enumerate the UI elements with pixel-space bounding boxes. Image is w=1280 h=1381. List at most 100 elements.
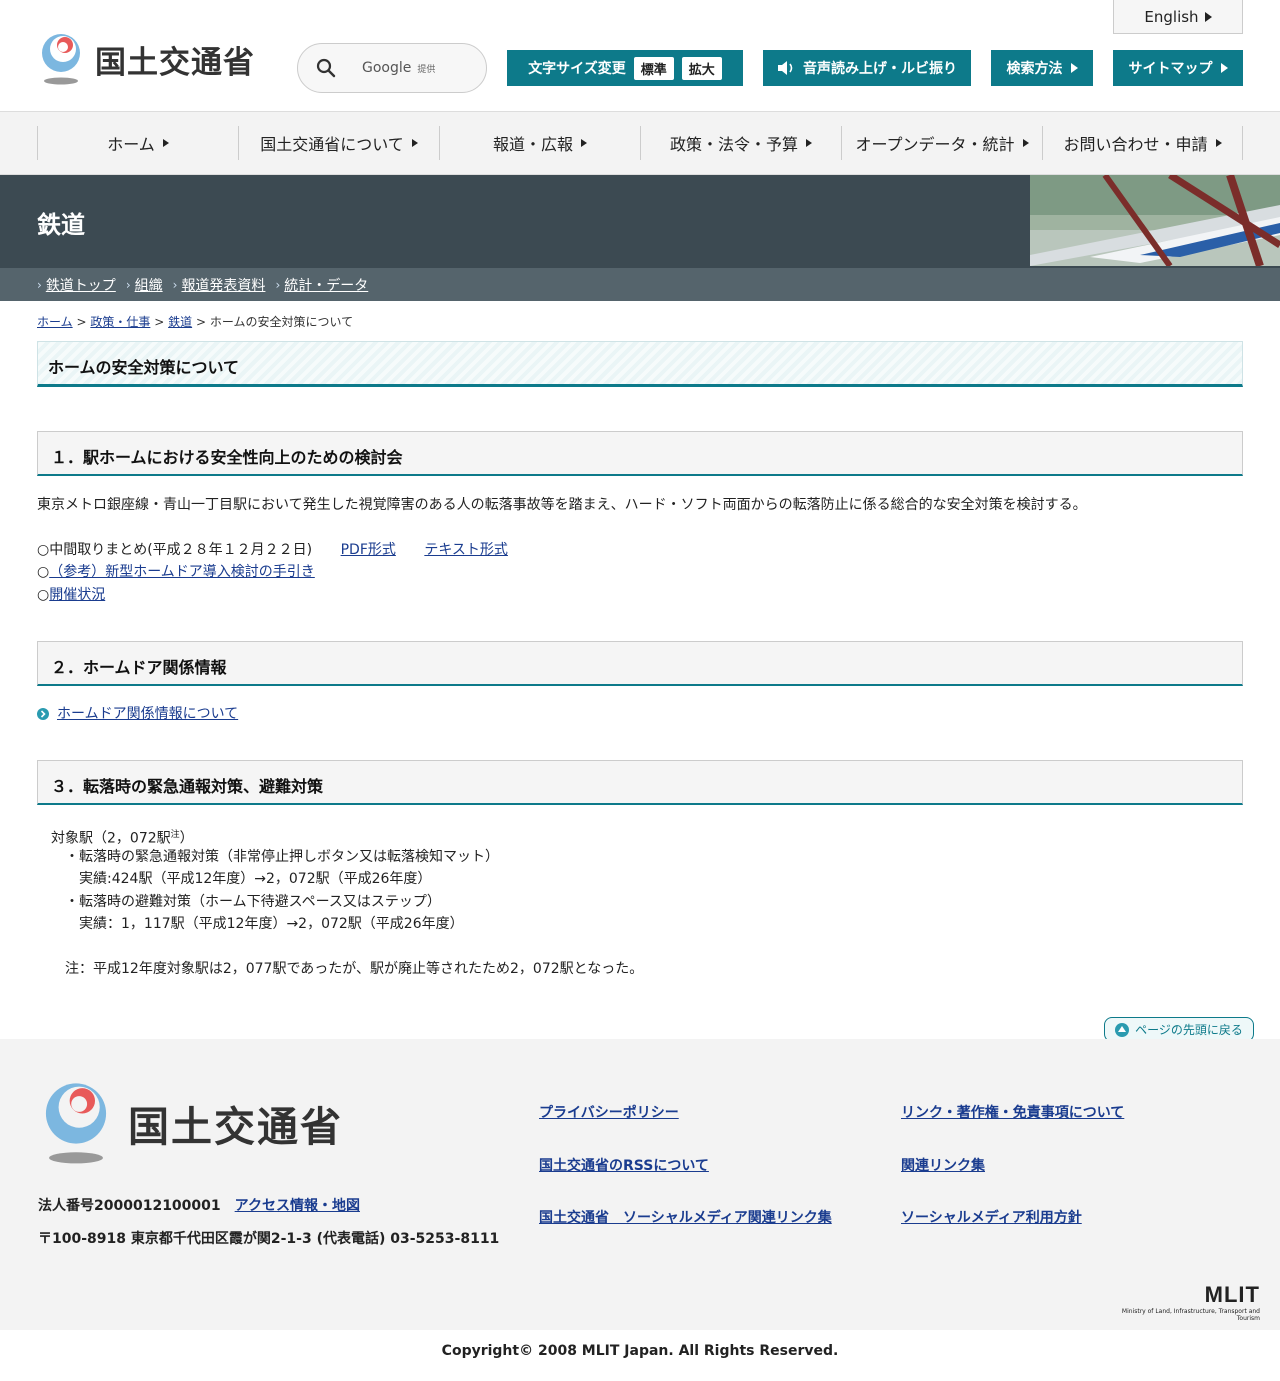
emergency-result: 実績:424駅（平成12年度）→2，072駅（平成26年度） (79, 871, 432, 887)
nav-item-press[interactable]: 報道・広報 (439, 126, 640, 160)
mlit-wordmark: MLIT Ministry of Land, Infrastructure, T… (1100, 1282, 1260, 1322)
bullet: ○ (37, 587, 50, 603)
footnote: 注：平成12年度対象駅は2，077駅であったが、駅が廃止等されたため2，072駅… (65, 961, 644, 977)
home-door-info-link[interactable]: ホームドア関係情報について (57, 703, 238, 725)
back-to-top-label: ページの先頭に戻る (1135, 1023, 1243, 1037)
mlit-logo-icon (42, 34, 80, 85)
subnav-item-top: › 鉄道トップ (37, 275, 116, 295)
arrow-right-icon (806, 139, 812, 147)
interim-text-link[interactable]: テキスト形式 (424, 542, 508, 558)
search-provider-note: 提供 (417, 65, 436, 75)
subnav-link-organization[interactable]: 組織 (135, 275, 163, 295)
maglev-train-image (1030, 175, 1280, 266)
subnav-link-stats[interactable]: 統計・データ (284, 275, 368, 295)
arrow-right-icon (1070, 63, 1078, 73)
evacuation-result: 実績：1，117駅（平成12年度）→2，072駅（平成26年度） (79, 916, 464, 932)
nav-item-opendata[interactable]: オープンデータ・統計 (841, 126, 1042, 160)
english-button[interactable]: English (1113, 0, 1243, 34)
arrow-right-icon (581, 139, 587, 147)
speech-button[interactable]: 音声読み上げ・ルビ振り (763, 50, 971, 86)
subnav-item-organization: › 組織 (126, 275, 163, 295)
arrow-right-icon (1220, 63, 1228, 73)
emergency-measure: ・転落時の緊急通報対策（非常停止押しボタン又は転落検知マット） (65, 849, 499, 865)
home-door-info-line: ホームドア関係情報について (37, 703, 238, 725)
breadcrumb-separator: > (154, 315, 165, 329)
chevron-right-icon: › (125, 277, 131, 292)
interim-report-label: ○中間取りまとめ(平成２８年１２月２２日) (37, 542, 313, 558)
section-band: 鉄道 (0, 175, 1280, 268)
footer-logo[interactable]: 国土交通省 (38, 1081, 343, 1165)
subnav-link-press[interactable]: 報道発表資料 (181, 275, 265, 295)
search-provider: Google 提供 (362, 60, 435, 76)
font-size-standard-button[interactable]: 標準 (633, 56, 674, 80)
nav-item-about[interactable]: 国土交通省について (238, 126, 439, 160)
chevron-right-icon: › (275, 277, 281, 292)
breadcrumb-railway[interactable]: 鉄道 (168, 315, 192, 329)
site-logo[interactable]: 国土交通省 (37, 33, 255, 85)
arrow-right-icon (411, 139, 418, 147)
bullet: ○ (37, 564, 50, 580)
page-title: ホームの安全対策について (37, 341, 1243, 387)
arrow-right-icon (162, 139, 169, 147)
corporate-info: 法人番号2000012100001 アクセス情報・地図 (38, 1195, 360, 1215)
nav-item-label: お問い合わせ・申請 (1063, 135, 1208, 154)
global-nav: ホーム 国土交通省について 報道・広報 政策・法令・予算 オープンデータ・統計 … (0, 112, 1280, 175)
font-size-large-button[interactable]: 拡大 (681, 56, 722, 80)
corporate-number: 法人番号2000012100001 (38, 1198, 221, 1214)
search-box[interactable]: Google 提供 (297, 43, 487, 93)
mlit-full-name: Ministry of Land, Infrastructure, Transp… (1121, 1308, 1260, 1322)
search-method-button[interactable]: 検索方法 (991, 50, 1093, 86)
arrow-up-icon (1115, 1022, 1130, 1037)
site-name: 国土交通省 (95, 44, 255, 81)
subnav-item-press: › 報道発表資料 (173, 275, 266, 295)
chevron-right-icon: › (172, 277, 178, 292)
site-header: 国土交通省 English Google 提供 文字サイズ変更 標準 拡大 音声読… (0, 0, 1280, 112)
section-heading-3: ３．転落時の緊急通報対策、避難対策 (37, 760, 1243, 805)
access-map-link[interactable]: アクセス情報・地図 (235, 1195, 360, 1215)
section-heading-1: １．駅ホームにおける安全性向上のための検討会 (37, 431, 1243, 476)
target-stations-text: 対象駅（2，072駅 (51, 830, 171, 847)
arrow-right-icon (1204, 11, 1212, 22)
footer-site-name: 国土交通省 (128, 1103, 343, 1151)
nav-item-policy[interactable]: 政策・法令・予算 (640, 126, 841, 160)
privacy-policy-link[interactable]: プライバシーポリシー (539, 1102, 679, 1122)
search-provider-name: Google (362, 60, 412, 76)
mlit-mark: MLIT (1204, 1282, 1260, 1307)
copyright: Copyright© 2008 MLIT Japan. All Rights R… (441, 1343, 839, 1359)
rss-link[interactable]: 国土交通省のRSSについて (539, 1155, 709, 1175)
meeting-status-link[interactable]: 開催状況 (49, 587, 105, 603)
breadcrumb-policy[interactable]: 政策・仕事 (90, 315, 150, 329)
note-mark: 注 (170, 830, 180, 840)
font-size-label: 文字サイズ変更 (528, 61, 626, 77)
breadcrumb-home[interactable]: ホーム (37, 315, 73, 329)
related-links-link[interactable]: 関連リンク集 (901, 1155, 985, 1175)
subnav-item-stats: › 統計・データ (275, 275, 368, 295)
nav-item-home[interactable]: ホーム (37, 126, 238, 160)
interim-pdf-link[interactable]: PDF形式 (341, 542, 396, 558)
link-copyright-link[interactable]: リンク・著作権・免責事項について (901, 1102, 1124, 1122)
breadcrumb: ホーム > 政策・仕事 > 鉄道 > ホームの安全対策について (37, 313, 353, 330)
nav-item-contact[interactable]: お問い合わせ・申請 (1042, 126, 1243, 160)
social-media-policy-link[interactable]: ソーシャルメディア利用方針 (901, 1207, 1082, 1227)
interim-report-line: ○中間取りまとめ(平成２８年１２月２２日) PDF形式 テキスト形式 (37, 539, 508, 561)
section-title: 鉄道 (37, 211, 85, 239)
target-stations-close: ） (179, 830, 194, 847)
site-footer: 国土交通省 法人番号2000012100001 アクセス情報・地図 〒100-8… (0, 1039, 1280, 1330)
address: 〒100-8918 東京都千代田区霞が関2-1-3 (代表電話) 03-5253… (38, 1231, 500, 1247)
english-label: English (1144, 7, 1199, 26)
sitemap-button[interactable]: サイトマップ (1113, 50, 1243, 86)
section-1-description: 東京メトロ銀座線・青山一丁目駅において発生した視覚障害のある人の転落事故等を踏ま… (37, 497, 1087, 513)
breadcrumb-separator: > (76, 315, 87, 329)
search-method-label: 検索方法 (1006, 61, 1063, 77)
font-size-control: 文字サイズ変更 標準 拡大 (507, 50, 743, 86)
breadcrumb-current: ホームの安全対策について (209, 315, 354, 329)
nav-item-label: 国土交通省について (260, 135, 404, 154)
social-media-links-link[interactable]: 国土交通省 ソーシャルメディア関連リンク集 (539, 1207, 832, 1227)
nav-item-label: 政策・法令・予算 (669, 135, 798, 154)
guide-link[interactable]: （参考）新型ホームドア導入検討の手引き (49, 564, 315, 580)
circle-arrow-icon (37, 708, 49, 720)
status-line: ○開催状況 (37, 584, 105, 606)
breadcrumb-separator: > (195, 315, 206, 329)
subnav-link-top[interactable]: 鉄道トップ (46, 275, 116, 295)
section-subnav: › 鉄道トップ › 組織 › 報道発表資料 › 統計・データ (0, 268, 1280, 301)
